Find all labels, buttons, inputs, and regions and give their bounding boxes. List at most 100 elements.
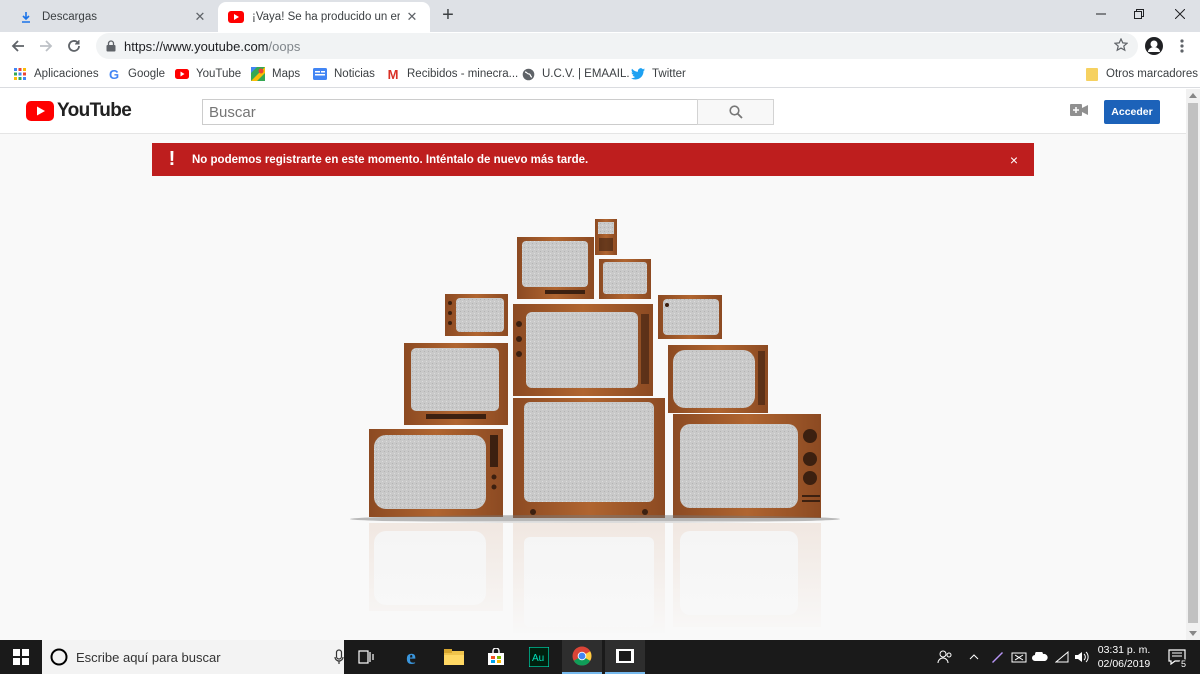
bookmark-twitter[interactable]: Twitter xyxy=(630,66,686,82)
bookmark-gmail[interactable]: M Recibidos - minecra... xyxy=(385,66,519,82)
bookmark-label: U.C.V. | EMAAIL. xyxy=(542,68,630,80)
youtube-icon xyxy=(174,66,190,82)
taskbar-video-app[interactable] xyxy=(605,640,645,674)
taskbar-store[interactable] xyxy=(476,640,516,674)
forward-button[interactable] xyxy=(34,34,58,58)
taskbar-search-placeholder: Escribe aquí para buscar xyxy=(76,649,221,665)
restore-window-button[interactable] xyxy=(1116,0,1162,28)
alert-close-icon[interactable]: × xyxy=(994,152,1034,168)
tv-set xyxy=(673,414,821,518)
error-alert-banner: ! No podemos registrarte en este momento… xyxy=(152,143,1034,176)
tv-set xyxy=(404,343,508,425)
bookmark-star-icon[interactable] xyxy=(1113,37,1129,55)
taskbar-file-explorer[interactable] xyxy=(434,640,474,674)
microphone-icon[interactable] xyxy=(334,649,344,665)
tv-set xyxy=(599,259,651,299)
back-button[interactable] xyxy=(6,34,30,58)
bookmarks-bar: Aplicaciones G Google YouTube Maps Notic… xyxy=(0,60,1200,88)
search-input[interactable] xyxy=(202,99,698,125)
clock-date: 02/06/2019 xyxy=(1097,658,1151,670)
youtube-masthead: YouTube Acceder xyxy=(0,89,1186,134)
other-bookmarks-folder[interactable]: Otros marcadores xyxy=(1084,66,1198,82)
twitter-icon xyxy=(630,66,646,82)
lock-icon xyxy=(106,40,116,52)
new-tab-button[interactable]: + xyxy=(437,5,459,27)
windows-taskbar: Escribe aquí para buscar e Au 03:31 p. m… xyxy=(0,640,1200,674)
profile-avatar[interactable] xyxy=(1142,34,1166,58)
pen-workspace-icon[interactable] xyxy=(986,640,1008,674)
taskbar-chrome[interactable] xyxy=(562,640,602,674)
tab-youtube-error[interactable]: ¡Vaya! Se ha producido un error ✕ xyxy=(218,2,430,32)
action-center-button[interactable]: 5 xyxy=(1160,640,1194,674)
back-arrow-icon xyxy=(11,40,24,52)
page-scrollbar[interactable] xyxy=(1186,89,1200,640)
scroll-up-icon[interactable] xyxy=(1189,93,1197,98)
bookmark-maps[interactable]: Maps xyxy=(250,66,300,82)
notification-count-badge: 5 xyxy=(1178,659,1188,669)
close-tab-icon[interactable]: ✕ xyxy=(192,9,208,25)
start-button[interactable] xyxy=(0,640,42,674)
wifi-icon[interactable] xyxy=(1052,640,1072,674)
bookmark-google[interactable]: G Google xyxy=(106,66,165,82)
taskbar-audition[interactable]: Au xyxy=(519,640,559,674)
page-viewport: YouTube Acceder ! No podemos registrarte… xyxy=(0,89,1200,640)
bookmark-label: Twitter xyxy=(652,68,686,80)
globe-icon xyxy=(520,66,536,82)
keyboard-disabled-icon[interactable] xyxy=(1008,640,1030,674)
alert-message: No podemos registrarte en este momento. … xyxy=(192,153,589,166)
scroll-down-icon[interactable] xyxy=(1189,631,1197,636)
tv-set xyxy=(369,429,503,517)
bookmark-label: Aplicaciones xyxy=(34,68,99,80)
close-tab-icon[interactable]: ✕ xyxy=(404,9,420,25)
tv-set xyxy=(513,398,665,518)
youtube-favicon-icon xyxy=(228,9,244,25)
upload-video-button[interactable] xyxy=(1070,104,1088,119)
tv-set xyxy=(517,237,594,299)
alert-exclamation-icon: ! xyxy=(168,148,176,170)
tv-set xyxy=(445,294,508,336)
video-camera-icon xyxy=(1070,104,1088,116)
tab-title: Descargas xyxy=(42,11,97,23)
signin-button[interactable]: Acceder xyxy=(1104,100,1160,124)
taskbar-clock[interactable]: 03:31 p. m. 02/06/2019 xyxy=(1094,643,1154,671)
reload-button[interactable] xyxy=(62,34,86,58)
browser-toolbar: https://www.youtube.com/oops xyxy=(0,32,1200,60)
youtube-play-logo-icon xyxy=(26,101,54,121)
chrome-icon xyxy=(572,646,592,666)
browser-menu-icon[interactable] xyxy=(1170,34,1194,58)
browser-tab-strip: Descargas ✕ ¡Vaya! Se ha producido un er… xyxy=(0,0,1200,32)
bookmark-label: Google xyxy=(128,68,166,80)
folder-icon xyxy=(444,649,464,665)
adobe-audition-icon: Au xyxy=(529,647,549,667)
bookmark-label: YouTube xyxy=(196,68,242,80)
tab-downloads[interactable]: Descargas ✕ xyxy=(8,2,218,32)
other-bookmarks-label: Otros marcadores xyxy=(1106,68,1199,80)
bookmark-label: Noticias xyxy=(334,68,375,80)
tray-overflow-chevron-icon[interactable] xyxy=(964,640,984,674)
film-icon xyxy=(616,649,634,663)
bookmark-youtube[interactable]: YouTube xyxy=(174,66,241,82)
taskbar-search-box[interactable]: Escribe aquí para buscar xyxy=(42,640,344,674)
task-view-button[interactable] xyxy=(346,640,386,674)
close-window-button[interactable] xyxy=(1157,0,1200,28)
store-bag-icon xyxy=(488,648,504,665)
address-bar[interactable]: https://www.youtube.com/oops xyxy=(96,33,1138,59)
tv-set xyxy=(513,304,653,396)
bookmark-news[interactable]: Noticias xyxy=(312,66,375,82)
volume-icon[interactable] xyxy=(1072,640,1092,674)
taskbar-edge[interactable]: e xyxy=(391,640,431,674)
youtube-logo[interactable]: YouTube xyxy=(26,100,132,122)
people-icon[interactable] xyxy=(934,640,956,674)
edge-icon: e xyxy=(406,644,416,669)
bookmark-ucv[interactable]: U.C.V. | EMAAIL. xyxy=(520,66,630,82)
search-button[interactable] xyxy=(697,99,774,125)
bookmark-label: Maps xyxy=(272,68,301,80)
bookmark-apps[interactable]: Aplicaciones xyxy=(12,66,99,82)
reload-icon xyxy=(68,40,80,52)
bookmark-label: Recibidos - minecra... xyxy=(407,68,519,80)
search-icon xyxy=(728,105,743,119)
onedrive-cloud-icon[interactable] xyxy=(1030,640,1050,674)
url-text: https://www.youtube.com/oops xyxy=(124,39,300,54)
download-icon xyxy=(18,9,34,25)
scrollbar-thumb[interactable] xyxy=(1188,103,1198,623)
